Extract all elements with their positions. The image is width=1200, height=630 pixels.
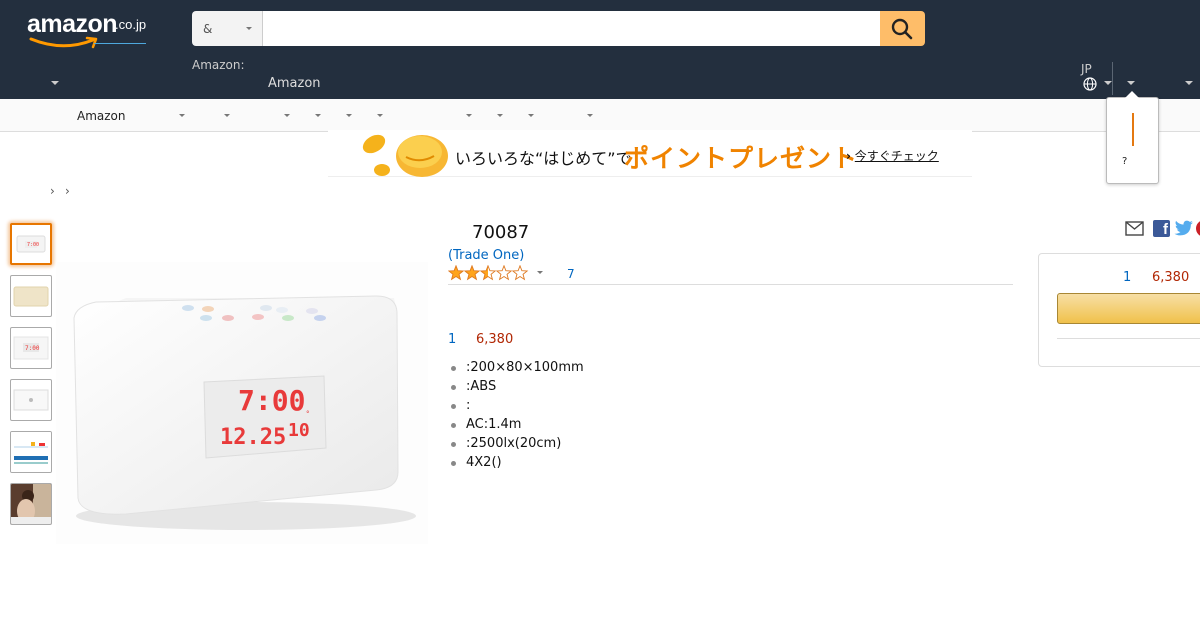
product-thumbnail[interactable] [10,275,52,317]
chevron-down-icon[interactable] [377,114,383,117]
search-button[interactable] [880,11,925,46]
pinterest-share-icon[interactable] [1196,220,1200,237]
svg-text:7:00: 7:00 [27,242,39,248]
chevron-down-icon[interactable] [315,114,321,117]
sub-nav-bar: Amazon [0,99,1200,132]
star-icon [495,265,513,281]
svg-text:7:00: 7:00 [25,345,40,352]
smile-arrow-icon [29,36,98,49]
banner-link-text: 今すぐチェック [854,149,939,163]
promo-banner[interactable]: いろいろな“はじめて”で ポイントプレゼント › 今すぐチェック [328,130,972,177]
product-thumbnail[interactable]: 7:00 [10,327,52,369]
coins-icon [362,134,448,177]
account-chevron-down-icon[interactable] [1127,81,1135,85]
logo-suffix: .co.jp [115,17,147,32]
flyout-accent-bar [1132,113,1134,146]
account-flyout: ? [1106,91,1159,184]
add-to-cart-button[interactable] [1057,293,1200,324]
header-divider [1112,62,1113,95]
search-input[interactable] [263,11,880,46]
clock-date-display: 12.25 [220,425,286,450]
logo-underline [94,43,146,44]
feature-bullet: AC:1.4m [448,417,584,436]
feature-bullet: :ABS [448,379,584,398]
clock-degree-mark: ° [306,410,310,418]
thumbnail-lifestyle-photo [11,484,51,524]
breadcrumb-separator: › [50,184,55,198]
buybox-price: 6,380 [1152,270,1190,285]
thumbnail-infographic [11,432,51,472]
banner-link-arrow: › [846,149,851,163]
star-icon [448,265,465,281]
banner-text: いろいろな“はじめて”で [455,149,632,168]
subnav-item-amazon[interactable]: Amazon [77,109,126,123]
product-thumbnail[interactable] [10,379,52,421]
thumbnail-clock-front: 7:00 [16,235,46,253]
product-thumbnail[interactable] [10,483,52,525]
thumbnail-clock-top [13,389,49,411]
search-category-dropdown[interactable]: & [192,11,263,46]
star-icon [479,265,497,281]
chevron-down-icon[interactable] [497,114,503,117]
product-clock-image: 7:00 12.25 10 ° [56,262,428,544]
top-nav-bar: amazon .co.jp & Amazon: Amazon JP [0,0,1200,99]
deliver-to-value[interactable]: Amazon [268,76,321,91]
chevron-down-icon[interactable] [224,114,230,117]
globe-icon[interactable] [1083,77,1097,91]
rating-chevron-down-icon[interactable] [537,271,543,274]
thumbnail-clock-display: 7:00 [13,336,49,360]
product-title: 70087 [472,222,530,243]
star-icon [463,265,481,281]
language-label[interactable]: JP [1081,62,1092,76]
deliver-to-label: Amazon: [192,58,245,72]
chevron-down-icon[interactable] [466,114,472,117]
logo-text: amazon [27,10,118,38]
search-category-label: & [203,22,213,36]
orders-chevron-down-icon[interactable] [1185,81,1193,85]
brand-link[interactable]: (Trade One) [448,248,524,263]
offer-price: 6,380 [476,332,514,347]
divider [1057,338,1200,339]
feature-bullet: : [448,398,584,417]
chevron-down-icon[interactable] [587,114,593,117]
email-share-icon[interactable] [1125,221,1144,236]
review-count-link[interactable]: 7 [567,267,575,281]
feature-bullet: :200×80×100mm [448,360,584,379]
feature-bullet: :2500lx(20cm) [448,436,584,455]
chevron-down-icon[interactable] [346,114,352,117]
thumbnail-clock-side [13,286,49,307]
banner-link[interactable]: › 今すぐチェック [846,147,939,164]
chevron-down-icon[interactable] [284,114,290,117]
clock-temp-display: 10 [288,420,310,441]
flyout-question-link[interactable]: ? [1122,156,1127,167]
chevron-down-icon[interactable] [179,114,185,117]
buybox-offer-count-link[interactable]: 1 [1123,270,1131,285]
twitter-share-icon[interactable] [1174,220,1194,237]
star-icon [511,265,529,281]
amazon-logo[interactable]: amazon .co.jp [27,10,157,50]
facebook-share-icon[interactable]: f [1153,220,1170,237]
banner-highlight-text: ポイントプレゼント [624,144,859,173]
chevron-down-icon [246,27,252,30]
search-icon [891,18,913,40]
feature-bullet: 4X2() [448,455,584,474]
buy-box: 1 6,380 [1038,253,1200,367]
breadcrumb-separator: › [65,184,70,198]
clock-time-display: 7:00 [238,384,305,417]
main-product-image[interactable]: 7:00 12.25 10 ° [56,262,428,544]
divider [448,284,1013,285]
product-thumbnail[interactable] [10,431,52,473]
chevron-down-icon[interactable] [1104,81,1112,85]
star-rating[interactable] [448,265,530,281]
chevron-down-icon[interactable] [528,114,534,117]
feature-bullets: :200×80×100mm :ABS : AC:1.4m :2500lx(20c… [448,360,584,474]
offer-count-link[interactable]: 1 [448,332,456,347]
chevron-down-icon[interactable] [51,81,59,85]
product-thumbnail[interactable]: 7:00 [10,223,52,265]
flyout-arrow [1125,91,1139,98]
